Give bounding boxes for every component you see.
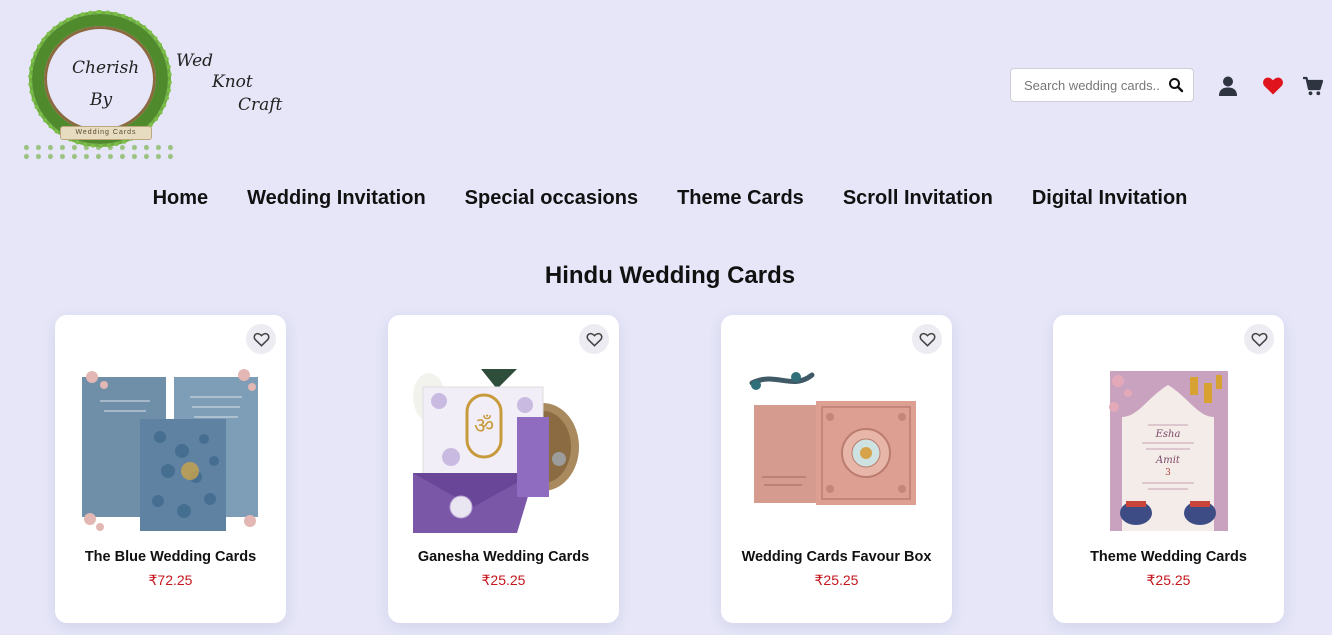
nav-item-theme-cards[interactable]: Theme Cards	[677, 187, 804, 210]
product-name[interactable]: Wedding Cards Favour Box	[721, 549, 952, 565]
product-image	[749, 372, 916, 505]
nav-item-special-occasions[interactable]: Special occasions	[465, 187, 638, 210]
logo-text-craft: Craft	[238, 95, 283, 115]
heart-outline-icon	[918, 332, 936, 347]
product-name[interactable]: Theme Wedding Cards	[1053, 549, 1284, 565]
search-input[interactable]	[1011, 77, 1161, 93]
svg-text:Esha: Esha	[1155, 429, 1181, 440]
nav-item-home[interactable]: Home	[153, 187, 209, 210]
product-card[interactable]: Esha Amit 3 Theme Wedding Cards ₹25.25	[1053, 315, 1284, 623]
svg-text:Amit: Amit	[1155, 455, 1181, 466]
user-icon[interactable]	[1217, 75, 1239, 97]
product-card[interactable]: Wedding Cards Favour Box ₹25.25	[721, 315, 952, 623]
product-price: ₹72.25	[148, 572, 193, 588]
logo-leaves	[24, 143, 174, 161]
logo-text-by: By	[90, 90, 113, 110]
wishlist-button[interactable]	[579, 324, 609, 354]
logo-text-wed: Wed	[176, 51, 214, 71]
logo-text-cherish: Cherish	[72, 58, 140, 78]
heart-outline-icon	[252, 332, 270, 347]
wishlist-button[interactable]	[246, 324, 276, 354]
wishlist-button[interactable]	[912, 324, 942, 354]
wishlist-button[interactable]	[1244, 324, 1274, 354]
logo-banner: Wedding Cards	[60, 126, 152, 140]
product-price: ₹25.25	[481, 572, 526, 588]
svg-text:ॐ: ॐ	[474, 414, 494, 439]
heart-outline-icon	[1250, 332, 1268, 347]
logo-wreath	[28, 10, 172, 148]
product-price: ₹25.25	[814, 572, 859, 588]
nav-item-scroll-invitation[interactable]: Scroll Invitation	[843, 187, 993, 210]
search-box	[1010, 68, 1194, 102]
main-nav: Home Wedding Invitation Special occasion…	[0, 187, 1332, 210]
product-card[interactable]: The Blue Wedding Cards ₹72.25	[55, 315, 286, 623]
logo-text-knot: Knot	[212, 72, 253, 92]
nav-item-digital-invitation[interactable]: Digital Invitation	[1032, 187, 1188, 210]
product-card[interactable]: ॐ Ganesha Wedding Cards ₹25.25	[388, 315, 619, 623]
section-title: Hindu Wedding Cards	[544, 262, 796, 289]
product-image: ॐ	[413, 369, 579, 533]
product-name[interactable]: Ganesha Wedding Cards	[388, 549, 619, 565]
heart-icon[interactable]	[1262, 75, 1284, 97]
heart-outline-icon	[585, 332, 603, 347]
product-image	[82, 369, 258, 531]
product-name[interactable]: The Blue Wedding Cards	[55, 549, 286, 565]
svg-text:3: 3	[1165, 468, 1171, 478]
product-price: ₹25.25	[1146, 572, 1191, 588]
cart-icon[interactable]	[1302, 75, 1324, 97]
site-logo[interactable]: Cherish By Wedding Cards Wed Knot Craft	[24, 8, 284, 163]
nav-item-wedding-invitation[interactable]: Wedding Invitation	[247, 187, 426, 210]
product-image: Esha Amit 3	[1109, 371, 1228, 531]
search-icon[interactable]	[1168, 77, 1184, 93]
